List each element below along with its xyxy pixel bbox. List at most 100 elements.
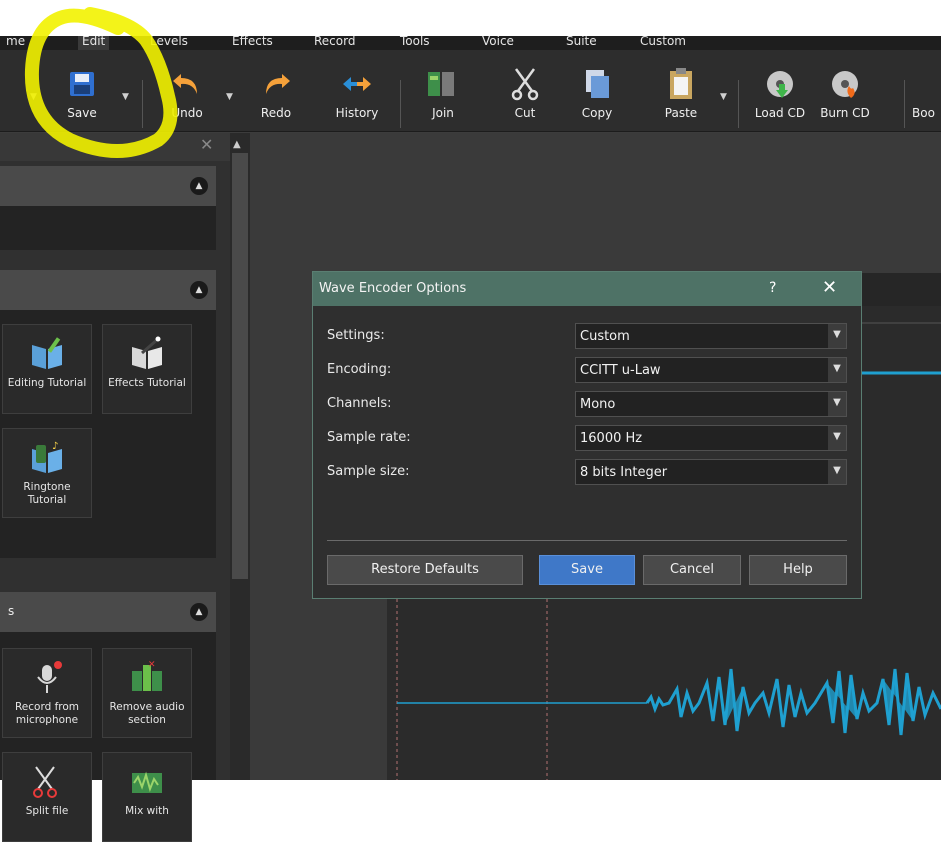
remove-audio-section-tile[interactable]: ✕ Remove audio section	[102, 648, 192, 738]
boo-label: Boo	[912, 106, 935, 120]
cut-button[interactable]: Cut	[505, 50, 545, 132]
split-scissors-icon	[33, 766, 57, 798]
sample-rate-select[interactable]: 16000 Hz ▼	[575, 425, 847, 451]
copy-button[interactable]: Copy	[576, 50, 618, 132]
section-title: s	[8, 604, 15, 618]
cut-label: Cut	[514, 106, 536, 120]
select-value: Custom	[580, 329, 630, 344]
close-icon[interactable]: ✕	[822, 277, 837, 298]
chevron-down-icon[interactable]: ▼	[828, 392, 846, 416]
redo-arrow-icon	[258, 66, 294, 102]
section-body: Editing Tutorial Effects Tutorial ♪ Ring…	[0, 310, 216, 558]
menu-home[interactable]: me	[6, 36, 25, 50]
close-icon[interactable]: ✕	[200, 135, 213, 154]
chevron-up-icon[interactable]: ▲	[190, 281, 208, 299]
redo-button[interactable]: Redo	[254, 50, 298, 132]
panel-scrollbar[interactable]: ▲	[230, 133, 250, 780]
chevron-up-icon[interactable]: ▲	[190, 177, 208, 195]
dialog-title: Wave Encoder Options	[319, 281, 467, 296]
scroll-up-icon[interactable]: ▲	[233, 139, 241, 150]
join-label: Join	[432, 106, 454, 120]
menu-levels[interactable]: Levels	[150, 36, 188, 50]
boo-button[interactable]: Boo	[912, 50, 941, 132]
load-cd-button[interactable]: Load CD	[752, 50, 808, 132]
burn-cd-button[interactable]: Burn CD	[816, 50, 874, 132]
section-header: ▲	[0, 270, 216, 310]
editing-tutorial-tile[interactable]: Editing Tutorial	[2, 324, 92, 414]
ringtone-tutorial-tile[interactable]: ♪ Ringtone Tutorial	[2, 428, 92, 518]
tile-label: Remove audio section	[109, 701, 185, 726]
dialog-divider	[327, 540, 847, 541]
toolbar-divider	[400, 80, 401, 128]
book-phone-icon: ♪	[32, 441, 62, 473]
history-button[interactable]: History	[330, 50, 384, 132]
toolbar-divider	[738, 80, 739, 128]
svg-text:♪: ♪	[52, 441, 58, 452]
channels-select[interactable]: Mono ▼	[575, 391, 847, 417]
tile-label: Effects Tutorial	[108, 377, 186, 389]
history-arrows-icon	[339, 66, 375, 102]
paste-dropdown-icon[interactable]: ▼	[720, 92, 727, 102]
toolbar: ▼ Save ▼ Undo ▼ Redo History Join Cut Co…	[0, 50, 941, 132]
tile-label: Record from microphone	[14, 701, 80, 726]
effects-tutorial-tile[interactable]: Effects Tutorial	[102, 324, 192, 414]
save-label: Save	[67, 106, 97, 120]
chevron-down-icon[interactable]: ▼	[828, 460, 846, 484]
help-icon[interactable]: ?	[769, 280, 776, 296]
load-cd-label: Load CD	[754, 106, 806, 120]
remove-audio-icon: ✕	[132, 660, 162, 691]
section-header: ▲	[0, 166, 216, 206]
burn-cd-label: Burn CD	[820, 106, 870, 120]
record-from-microphone-tile[interactable]: Record from microphone	[2, 648, 92, 738]
menu-edit[interactable]: Edit	[78, 36, 110, 50]
field-label: Settings:	[327, 328, 385, 343]
copy-label: Copy	[581, 106, 613, 120]
section-body: Record from microphone ✕ Remove audio se…	[0, 632, 216, 842]
save-button[interactable]: Save	[60, 50, 104, 132]
undo-button[interactable]: Undo	[165, 50, 209, 132]
save-button[interactable]: Save	[539, 555, 635, 585]
mix-audio-icon	[132, 771, 162, 793]
left-panel: ✕ ▲ ▲ Editing Tutorial Effects Tutorial …	[0, 133, 230, 842]
select-value: 8 bits Integer	[580, 465, 668, 480]
redo-label: Redo	[260, 106, 292, 120]
mix-with-tile[interactable]: Mix with	[102, 752, 192, 842]
split-file-tile[interactable]: Split file	[2, 752, 92, 842]
toolbar-divider	[142, 80, 143, 128]
save-dropdown-icon[interactable]: ▼	[122, 92, 129, 102]
dialog-title-bar[interactable]: Wave Encoder Options ? ✕	[313, 272, 861, 306]
menu-tools[interactable]: Tools	[400, 36, 430, 50]
tile-label: Editing Tutorial	[7, 377, 87, 389]
join-button[interactable]: Join	[420, 50, 466, 132]
panel-header: ✕	[0, 133, 230, 161]
help-button[interactable]: Help	[749, 555, 847, 585]
sample-size-row: Sample size: 8 bits Integer ▼	[327, 459, 847, 485]
settings-select[interactable]: Custom ▼	[575, 323, 847, 349]
select-value: 16000 Hz	[580, 431, 643, 446]
menu-record[interactable]: Record	[314, 36, 355, 50]
menu-voice[interactable]: Voice	[482, 36, 514, 50]
undo-arrow-icon	[169, 66, 205, 102]
copy-pages-icon	[579, 66, 615, 102]
chevron-down-icon[interactable]: ▼	[828, 426, 846, 450]
chevron-down-icon[interactable]: ▼	[30, 92, 37, 102]
restore-defaults-button[interactable]: Restore Defaults	[327, 555, 523, 585]
cancel-button[interactable]: Cancel	[643, 555, 741, 585]
scissors-icon	[507, 66, 543, 102]
undo-dropdown-icon[interactable]: ▼	[226, 92, 233, 102]
book-wand-icon	[132, 336, 162, 369]
menu-custom[interactable]: Custom	[640, 36, 686, 50]
menu-suite[interactable]: Suite	[566, 36, 597, 50]
field-label: Encoding:	[327, 362, 392, 377]
book-pencil-icon	[32, 337, 62, 369]
scroll-thumb[interactable]	[232, 153, 248, 579]
encoding-select[interactable]: CCITT u-Law ▼	[575, 357, 847, 383]
sample-size-select[interactable]: 8 bits Integer ▼	[575, 459, 847, 485]
field-label: Channels:	[327, 396, 392, 411]
burn-cd-icon	[827, 66, 863, 102]
chevron-up-icon[interactable]: ▲	[190, 603, 208, 621]
chevron-down-icon[interactable]: ▼	[828, 358, 846, 382]
chevron-down-icon[interactable]: ▼	[828, 324, 846, 348]
paste-button[interactable]: Paste	[658, 50, 704, 132]
menu-effects[interactable]: Effects	[232, 36, 273, 50]
